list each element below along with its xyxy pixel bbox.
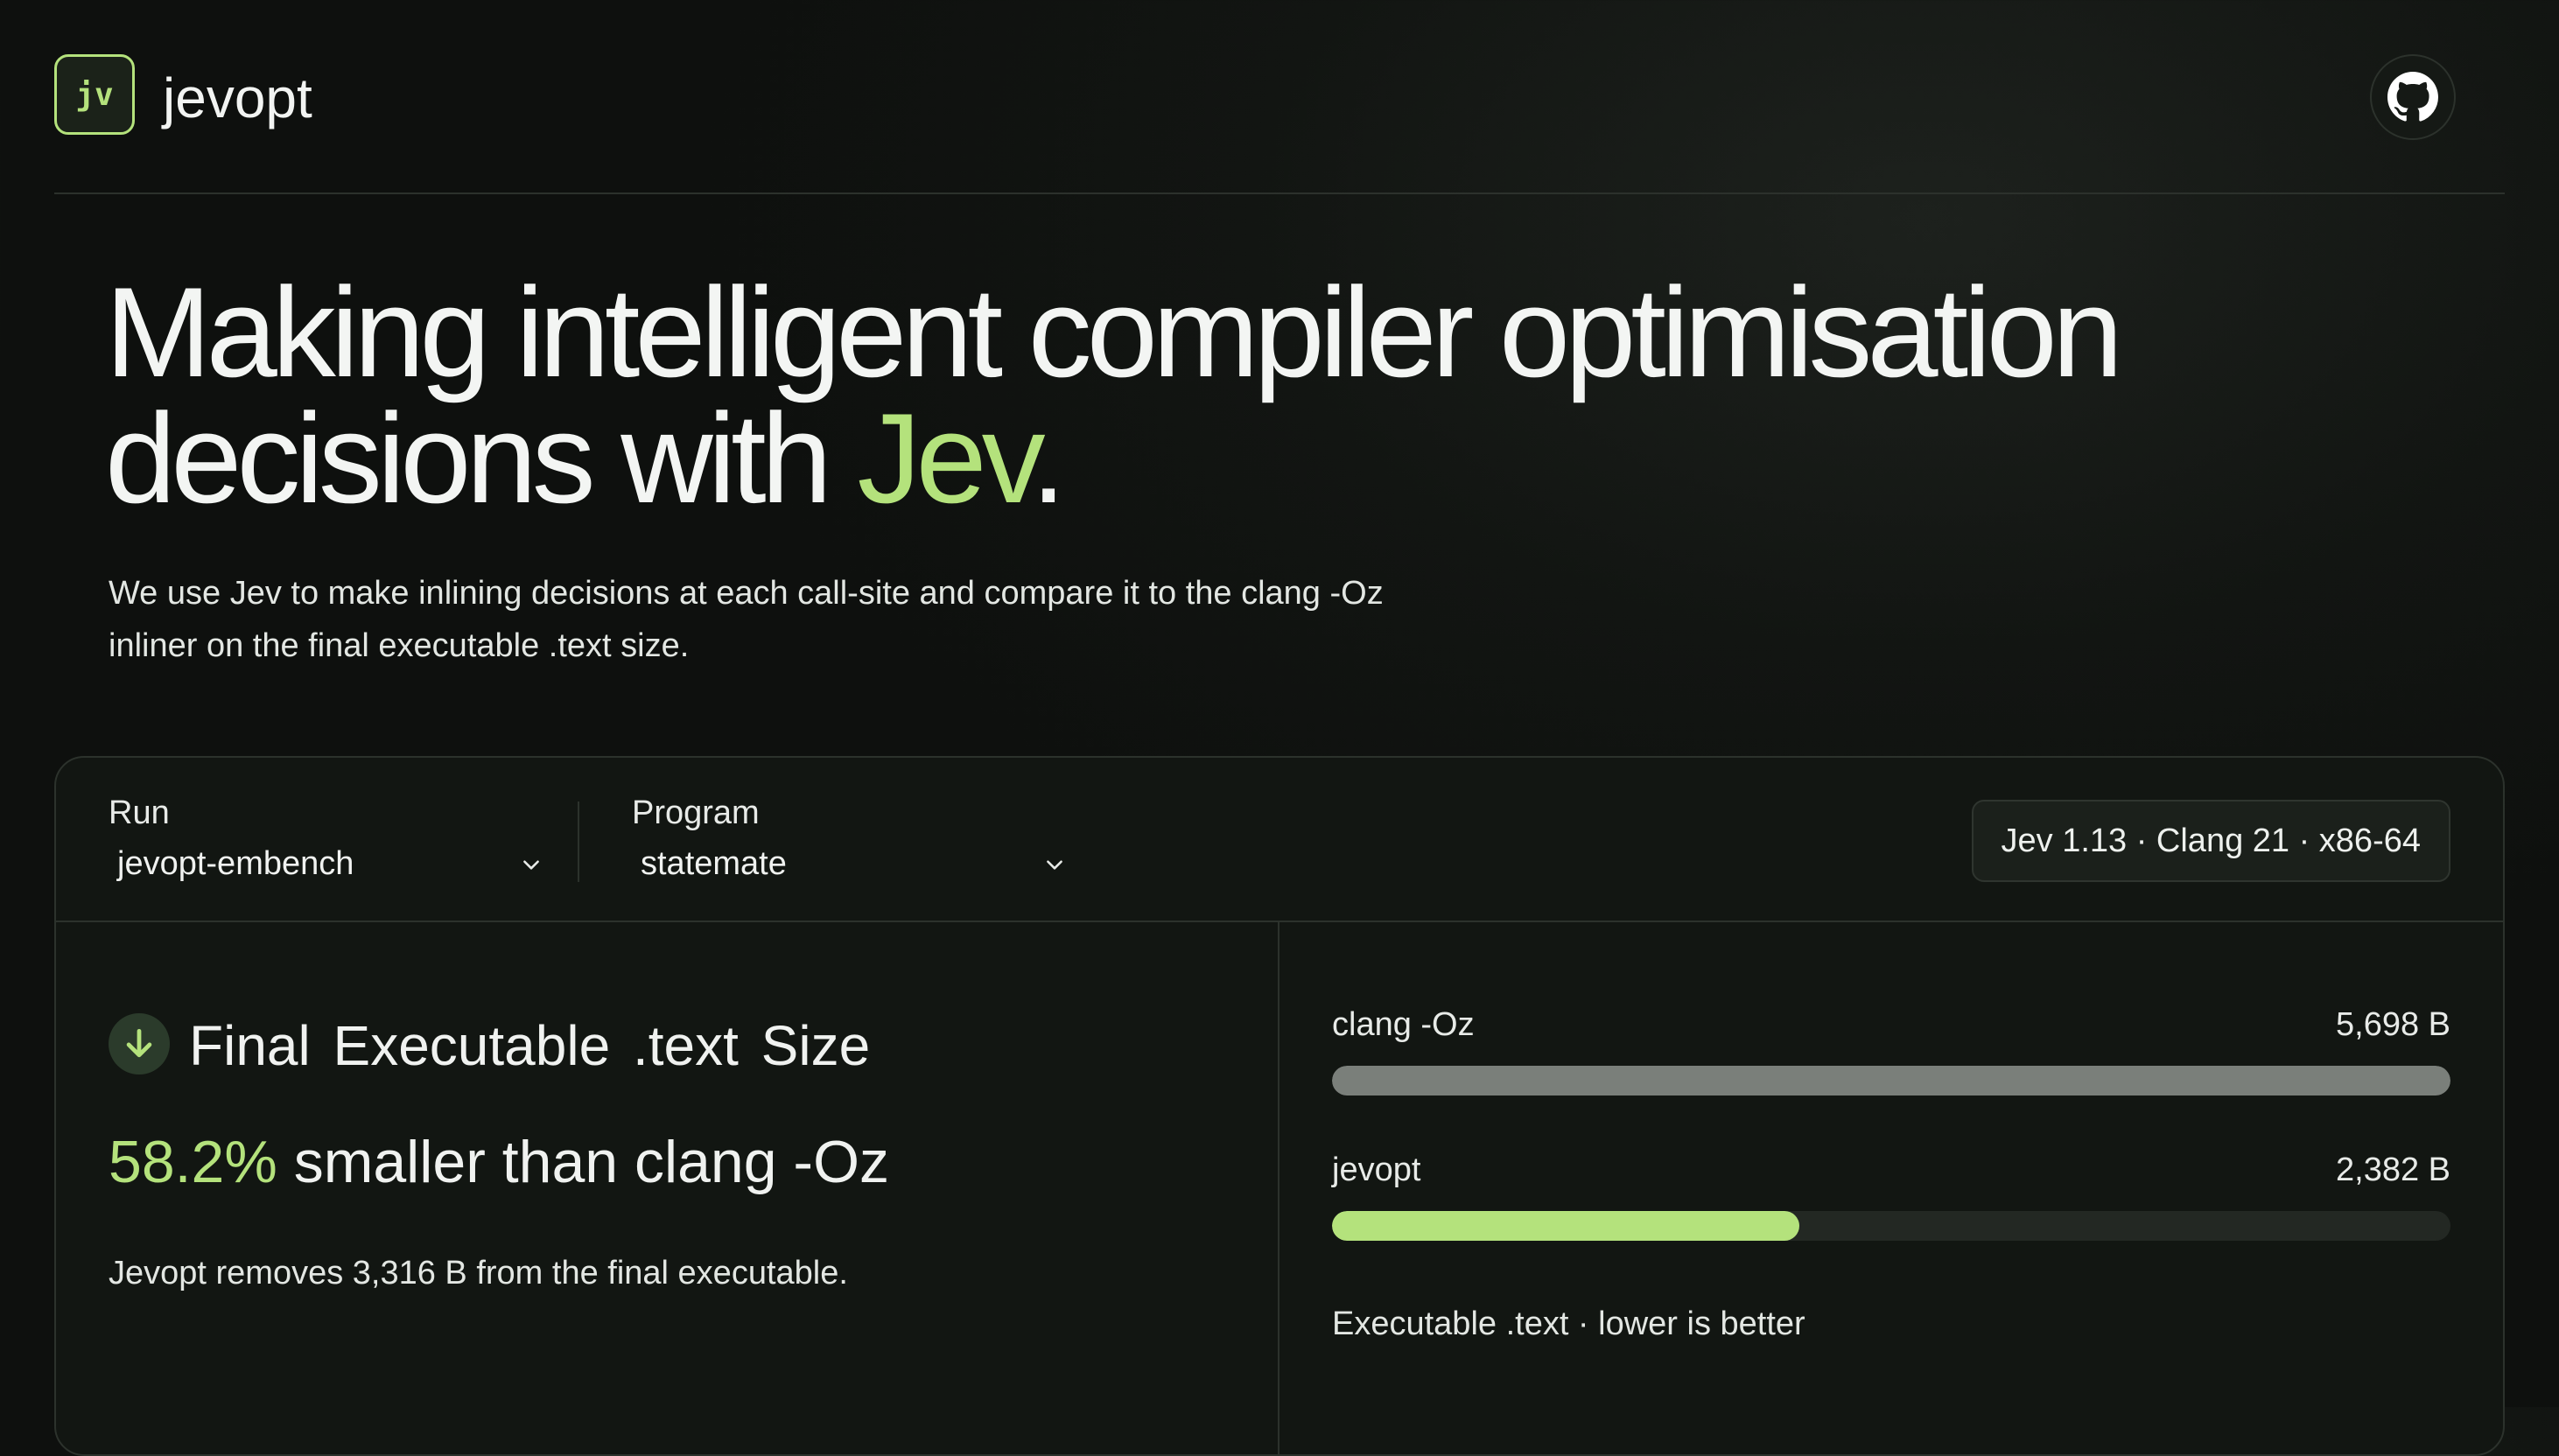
hero-title-line2: decisions with	[105, 387, 858, 529]
chevron-down-icon	[1047, 859, 1062, 870]
bars-caption: Executable .text · lower is better	[1332, 1306, 1805, 1342]
arrow-down-icon	[109, 1013, 170, 1074]
chevron-down-icon	[523, 859, 539, 870]
program-select-value: statemate	[641, 845, 787, 882]
metric-title-c: Size	[761, 1014, 871, 1077]
run-label: Run	[109, 794, 170, 831]
metric-title: Final Executable .text Size	[189, 1013, 870, 1078]
brand-name[interactable]: jevopt	[163, 63, 312, 133]
program-select[interactable]: statemate	[641, 845, 1066, 883]
logo-text: jv	[75, 76, 114, 113]
metric-percent: 58.2%	[109, 1129, 277, 1195]
hero-subtitle-line1: We use Jev to make inlining decisions at…	[109, 575, 1384, 612]
size-bars-card: clang -Oz 5,698 B jevopt 2,382 B Executa…	[1280, 922, 2503, 1454]
bar-value: 2,382 B	[2336, 1152, 2450, 1188]
hero-title-period: .	[1030, 387, 1067, 529]
bar-label: jevopt	[1332, 1152, 1421, 1188]
bar-track	[1332, 1066, 2450, 1096]
metric-title-b: .text	[632, 1014, 739, 1077]
hero-title: Making intelligent compiler optimisation…	[105, 269, 2123, 522]
bar-row-jevopt: jevopt 2,382 B	[1332, 1152, 2450, 1241]
hero-title-line1: Making intelligent compiler optimisation	[105, 261, 2123, 403]
metric-summary: 58.2% smaller than clang -Oz	[109, 1127, 889, 1197]
metric-comparison: smaller than clang -Oz	[277, 1129, 889, 1195]
logo-icon[interactable]: jv	[54, 54, 135, 135]
panel-toolbar: Run jevopt-embench Program statemate Jev…	[56, 758, 2503, 922]
version-badge: Jev 1.13 · Clang 21 · x86-64	[1971, 800, 2450, 882]
bar-fill-clang	[1332, 1066, 2450, 1096]
comparison-panel: Run jevopt-embench Program statemate Jev…	[54, 756, 2505, 1456]
program-label: Program	[632, 794, 760, 831]
toolbar-divider	[578, 802, 579, 882]
github-button[interactable]	[2370, 54, 2456, 140]
metric-card: Final Executable .text Size 58.2% smalle…	[56, 922, 1280, 1454]
metric-title-a: Final Executable	[189, 1014, 611, 1077]
bar-track	[1332, 1211, 2450, 1241]
hero-subtitle: We use Jev to make inlining decisions at…	[109, 567, 1474, 672]
run-select-value: jevopt-embench	[117, 845, 354, 882]
bar-fill-jevopt	[1332, 1211, 1800, 1241]
top-header	[54, 0, 2505, 194]
run-select[interactable]: jevopt-embench	[117, 845, 543, 883]
hero-title-accent: Jev	[857, 387, 1035, 529]
bar-value: 5,698 B	[2336, 1006, 2450, 1043]
bar-label: clang -Oz	[1332, 1006, 1475, 1043]
bar-row-clang: clang -Oz 5,698 B	[1332, 1006, 2450, 1096]
hero-subtitle-line2: inliner on the final executable .text si…	[109, 627, 690, 664]
metric-note: Jevopt removes 3,316 B from the final ex…	[109, 1255, 848, 1292]
github-icon	[2387, 72, 2438, 122]
